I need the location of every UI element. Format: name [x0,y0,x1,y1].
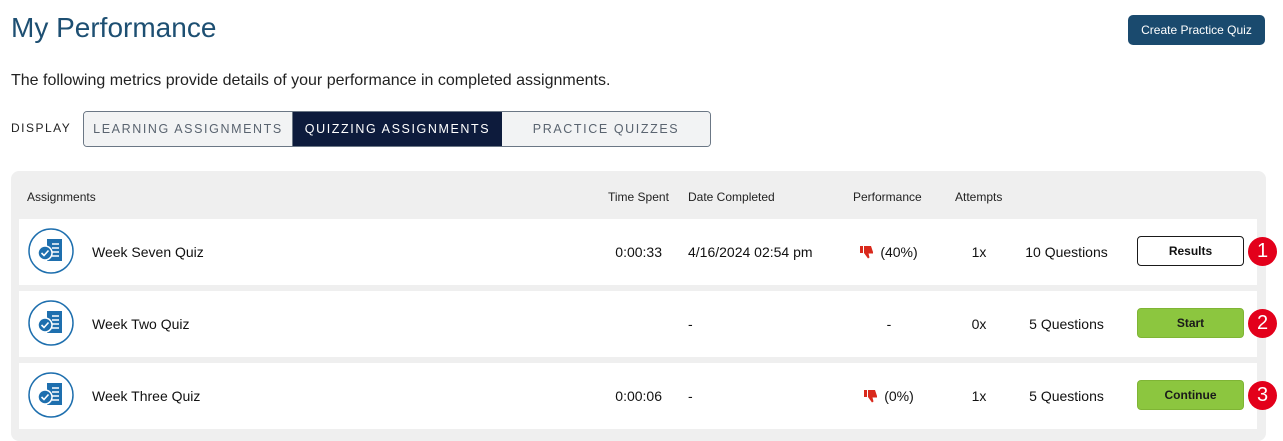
attempts: 0x [971,316,987,332]
question-count: 5 Questions [1029,316,1104,332]
date-completed: 4/16/2024 02:54 pm [688,244,813,260]
continue-button[interactable]: Continue [1137,380,1244,410]
header-attempts: Attempts [955,190,1003,204]
time-spent: 0:00:33 [615,244,662,260]
question-count: 5 Questions [1029,388,1104,404]
thumbs-down-icon [860,246,874,259]
step-badge: 3 [1248,381,1277,410]
header-performance: Performance [853,190,922,204]
time-spent: 0:00:06 [615,388,662,404]
table-row: Week Two Quiz - - 0x 5 Questions Start [19,291,1257,357]
attempts: 1x [971,244,987,260]
performance-value: (40%) [880,244,918,260]
header-date-completed: Date Completed [688,190,775,204]
attempts: 1x [971,388,987,404]
performance-value: - [886,316,892,332]
quiz-document-icon [28,228,74,274]
performance-value: (0%) [884,388,914,404]
quiz-document-icon [28,372,74,418]
page-title: My Performance [11,12,217,43]
assignment-name: Week Three Quiz [92,388,201,404]
tab-learning-assignments[interactable]: LEARNING ASSIGNMENTS [84,112,293,146]
performance: (0%) [844,363,934,429]
date-completed: - [688,388,693,404]
assignment-name: Week Seven Quiz [92,244,204,260]
tab-quizzing-assignments[interactable]: QUIZZING ASSIGNMENTS [293,112,502,146]
step-badge: 1 [1248,237,1277,266]
table-row: Week Seven Quiz 0:00:33 4/16/2024 02:54 … [19,219,1257,285]
create-practice-quiz-button[interactable]: Create Practice Quiz [1128,15,1265,45]
thumbs-down-icon [864,390,878,403]
page-description: The following metrics provide details of… [11,72,611,89]
performance: (40%) [844,219,934,285]
start-button[interactable]: Start [1137,308,1244,338]
time-spent [592,291,662,357]
header-assignments: Assignments [27,190,96,204]
display-label: DISPLAY [11,121,72,135]
step-badge: 2 [1248,309,1277,338]
performance: - [844,291,934,357]
tab-practice-quizzes[interactable]: PRACTICE QUIZZES [502,112,710,146]
table-row: Week Three Quiz 0:00:06 - (0%) 1x 5 Ques… [19,363,1257,429]
assignment-name: Week Two Quiz [92,316,190,332]
quiz-document-icon [28,300,74,346]
date-completed: - [688,316,693,332]
results-button[interactable]: Results [1137,236,1244,266]
question-count: 10 Questions [1025,244,1108,260]
header-time-spent: Time Spent [608,190,669,204]
display-toggle: LEARNING ASSIGNMENTS QUIZZING ASSIGNMENT… [83,111,711,147]
